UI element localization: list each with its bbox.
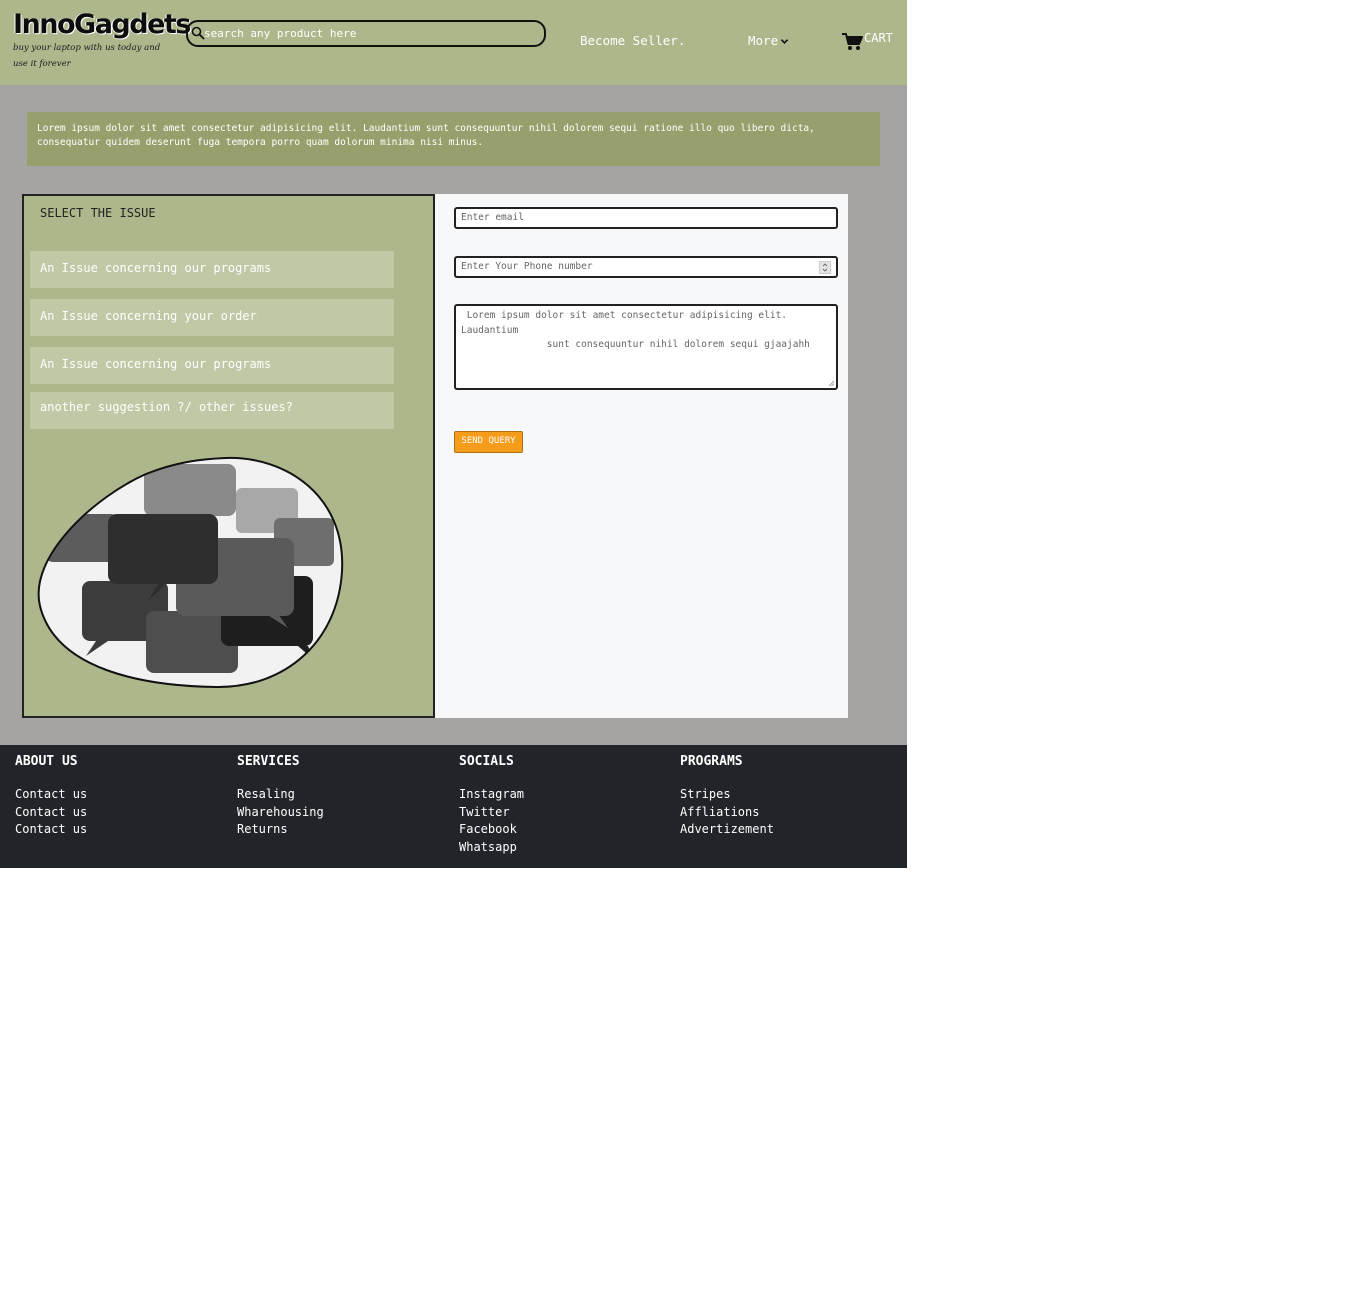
site-logo[interactable]: InnoGagdets	[13, 9, 191, 41]
footer-link[interactable]: Whatsapp	[459, 839, 524, 857]
footer-heading: SERVICES	[237, 754, 300, 769]
issue-option-order[interactable]: An Issue concerning your order	[30, 299, 394, 336]
phone-field[interactable]: Enter Your Phone number	[454, 256, 838, 278]
message-textarea[interactable]: Lorem ipsum dolor sit amet consectetur a…	[454, 304, 838, 390]
issue-panel-title: SELECT THE ISSUE	[40, 206, 156, 220]
footer-column-socials: SOCIALS Instagram Twitter Facebook Whats…	[459, 754, 524, 856]
site-header: InnoGagdets buy your laptop with us toda…	[0, 0, 907, 85]
issue-option-programs-2[interactable]: An Issue concerning our programs	[30, 347, 394, 384]
nav-become-seller[interactable]: Become Seller.	[580, 33, 685, 48]
footer-heading: PROGRAMS	[680, 754, 743, 769]
page: InnoGagdets buy your laptop with us toda…	[0, 0, 907, 868]
footer-heading: ABOUT US	[15, 754, 78, 769]
query-form: Enter email Enter Your Phone number Lore…	[435, 194, 848, 718]
footer-column-services: SERVICES Resaling Wharehousing Returns	[237, 754, 324, 839]
phone-placeholder: Enter Your Phone number	[461, 261, 593, 272]
issue-option-other[interactable]: another suggestion ?/ other issues?	[30, 392, 394, 429]
nav-more[interactable]: More	[748, 33, 778, 48]
search-icon[interactable]	[191, 26, 205, 40]
cart-link[interactable]: CART	[864, 31, 893, 45]
send-query-button[interactable]: SEND QUERY	[454, 431, 523, 453]
issue-option-programs[interactable]: An Issue concerning our programs	[30, 251, 394, 288]
email-field[interactable]: Enter email	[454, 207, 838, 229]
chat-bubbles-illustration	[37, 456, 344, 688]
notice-banner: Lorem ipsum dolor sit amet consectetur a…	[27, 112, 880, 166]
footer-link[interactable]: Instagram	[459, 786, 524, 804]
number-spinner-icon[interactable]	[819, 261, 831, 274]
footer-column-about: ABOUT US Contact us Contact us Contact u…	[15, 754, 87, 839]
footer-link[interactable]: Returns	[237, 821, 324, 839]
footer-link[interactable]: Contact us	[15, 786, 87, 804]
footer-link[interactable]: Facebook	[459, 821, 524, 839]
search-input[interactable]	[204, 24, 524, 42]
message-text: Lorem ipsum dolor sit amet consectetur a…	[461, 310, 810, 350]
footer-heading: SOCIALS	[459, 754, 514, 769]
footer-link[interactable]: Affliations	[680, 804, 774, 822]
footer-column-programs: PROGRAMS Stripes Affliations Advertizeme…	[680, 754, 774, 839]
resize-handle-icon[interactable]	[828, 380, 835, 387]
footer-link[interactable]: Stripes	[680, 786, 774, 804]
main-content: Lorem ipsum dolor sit amet consectetur a…	[0, 85, 907, 745]
site-footer: ABOUT US Contact us Contact us Contact u…	[0, 745, 907, 868]
footer-link[interactable]: Contact us	[15, 821, 87, 839]
site-tagline: buy your laptop with us today and use it…	[13, 43, 161, 69]
issue-panel: SELECT THE ISSUE An Issue concerning our…	[22, 194, 435, 718]
search-bar	[186, 20, 546, 47]
chevron-down-icon[interactable]	[780, 37, 789, 46]
footer-link[interactable]: Advertizement	[680, 821, 774, 839]
cart-icon[interactable]	[842, 33, 864, 51]
footer-link[interactable]: Twitter	[459, 804, 524, 822]
footer-link[interactable]: Resaling	[237, 786, 324, 804]
footer-link[interactable]: Wharehousing	[237, 804, 324, 822]
footer-link[interactable]: Contact us	[15, 804, 87, 822]
